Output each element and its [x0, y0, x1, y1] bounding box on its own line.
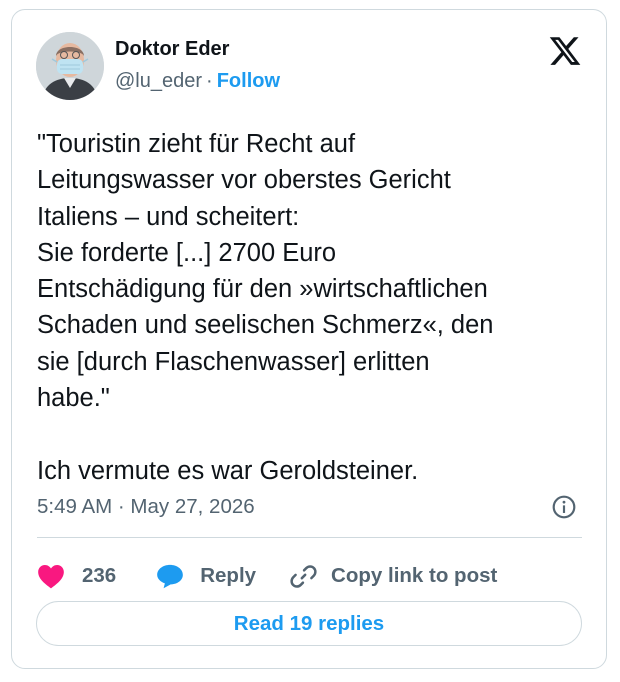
read-replies-label: Read 19 replies: [233, 611, 385, 635]
link-icon: [290, 564, 317, 588]
like-count: 236: [82, 564, 117, 587]
tweet-timestamp[interactable]: 5:49 AM · May 27, 2026: [37, 495, 255, 519]
copy-link-button[interactable]: Copy link to post: [290, 563, 497, 590]
tweet-actions: 236 Reply Copy link to post: [37, 556, 497, 596]
avatar-photo-icon: [36, 32, 104, 100]
reply-label: Reply: [200, 564, 257, 587]
author-handle[interactable]: @lu_eder: [115, 70, 202, 92]
speech-bubble-icon: [157, 564, 184, 589]
x-logo-icon[interactable]: [548, 34, 582, 68]
separator-dot: ·: [206, 70, 213, 92]
tweet-embed-card: Doktor Eder @lu_eder · Follow "Touristin z…: [11, 9, 607, 669]
author-handle-row: @lu_eder · Follow: [115, 70, 280, 93]
author-avatar[interactable]: [36, 32, 104, 100]
like-button[interactable]: 236: [37, 563, 116, 589]
divider: [37, 537, 582, 538]
tweet-text: "Touristin zieht für Recht auf Leitungsw…: [37, 130, 494, 485]
info-icon[interactable]: [551, 494, 577, 520]
follow-button[interactable]: Follow: [217, 70, 280, 92]
copy-link-label: Copy link to post: [331, 564, 498, 587]
heart-icon: [38, 565, 64, 589]
read-replies-button[interactable]: Read 19 replies: [36, 601, 582, 646]
author-display-name[interactable]: Doktor Eder: [115, 38, 229, 61]
reply-button[interactable]: Reply: [156, 563, 256, 589]
